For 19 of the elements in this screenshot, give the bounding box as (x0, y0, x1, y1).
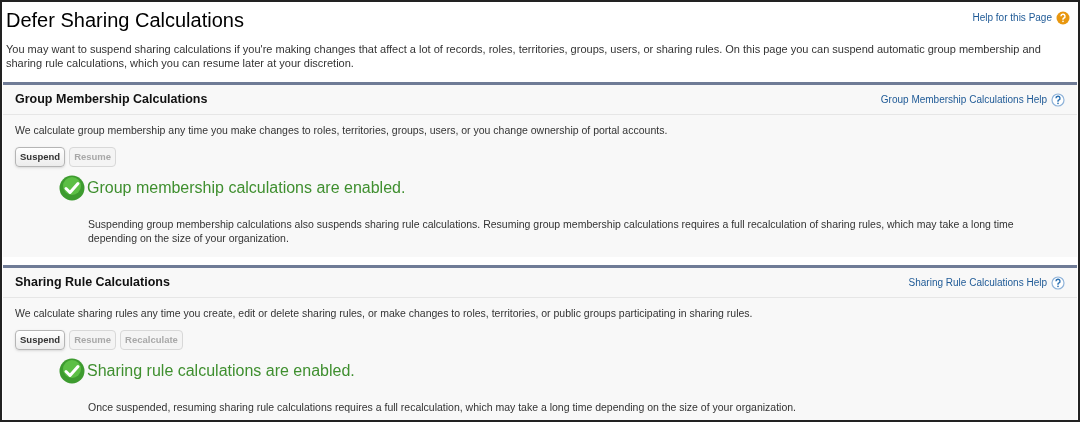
section-note: Suspending group membership calculations also suspends sharing rule calculations. Resuming group membership calculations requires a full recalculation of sharing rules, which may take a long time depending on the size of your organization. (87, 217, 1015, 245)
section-description: We calculate group membership any time you make changes to roles, territories, groups, users, or you change ownership of portal accounts. (14, 123, 669, 138)
section-note: Once suspended, resuming sharing rule calculations requires a full recalculation, which may take a long time depending on the size of your organization. (87, 400, 797, 414)
intro-text: You may want to suspend sharing calculations if you're making changes that affect a lot of records, roles, territories, groups, users, or sharing rules. On this page you can suspend automatic group membership and sharing rule calculations, which you can resume later at your discretion. (5, 42, 1042, 70)
help-icon[interactable] (1051, 92, 1065, 107)
action-button[interactable]: Suspend (15, 329, 66, 350)
status-message: Sharing rule calculations are enabled. (87, 361, 355, 381)
help-icon[interactable] (1051, 275, 1065, 290)
section-help-link[interactable]: Sharing Rule Calculations Help (908, 275, 1047, 290)
check-icon (59, 175, 85, 201)
section-description: We calculate sharing rules any time you create, edit or delete sharing rules, or make changes to roles, territories, or public groups participating in sharing rules. (14, 306, 754, 321)
section-title: Sharing Rule Calculations (15, 274, 170, 292)
status-message: Group membership calculations are enabled. (87, 178, 406, 198)
section-title: Group Membership Calculations (15, 91, 208, 109)
help-link[interactable]: Help for this Page (972, 10, 1052, 25)
check-icon (59, 358, 85, 384)
action-button[interactable]: Suspend (15, 146, 66, 167)
page-title: Defer Sharing Calculations (6, 8, 244, 33)
section-help-link[interactable]: Group Membership Calculations Help (880, 92, 1047, 107)
